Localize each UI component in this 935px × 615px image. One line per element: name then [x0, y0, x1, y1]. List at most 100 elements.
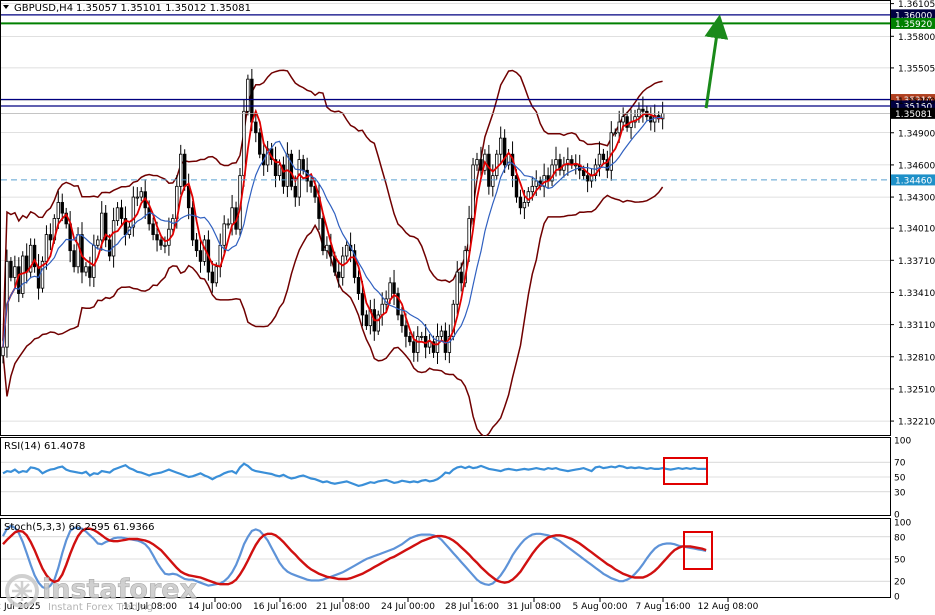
candle-body — [258, 132, 262, 155]
candle-body — [376, 314, 380, 332]
candle-body — [44, 234, 49, 262]
candle-body — [139, 191, 143, 198]
stochastic-tick-label: 100 — [894, 519, 911, 529]
candle-body — [514, 175, 519, 198]
candle-body — [222, 223, 226, 246]
rsi-tick-label: 70 — [894, 459, 906, 469]
candle-body — [84, 266, 88, 273]
price-tick-label: 1.32210 — [898, 418, 935, 428]
candle-body — [495, 153, 499, 177]
candle-body — [321, 218, 325, 252]
candle-body — [621, 116, 625, 123]
price-tick-label: 1.34600 — [898, 161, 935, 171]
candle-body — [182, 153, 187, 187]
candle-body — [487, 153, 491, 187]
candle-body — [522, 202, 527, 209]
price-tick-label: 1.34900 — [898, 129, 935, 139]
candle-body — [554, 159, 558, 166]
time-tick-label: 21 Jul 08:00 — [316, 602, 370, 612]
watermark-tagline: Instant Forex Trading — [48, 602, 153, 613]
trading-chart: 1.360001.359201.352101.351501.350811.344… — [0, 0, 935, 613]
candle-body — [107, 239, 112, 257]
candle-body — [637, 108, 641, 118]
candle-body — [135, 196, 139, 199]
stochastic-tick-label: 50 — [894, 556, 906, 566]
candle-body — [214, 266, 218, 284]
candle-body — [613, 132, 617, 135]
candle-body — [92, 244, 96, 278]
candle-body — [60, 202, 64, 214]
candle-body — [131, 196, 136, 228]
level-price-tag: 1.35920 — [891, 17, 935, 30]
level-tag-label: 1.34460 — [895, 176, 932, 186]
candle-body — [526, 191, 531, 203]
candle-body — [226, 223, 230, 226]
price-tick-label: 1.32510 — [898, 385, 935, 395]
candle-body — [301, 159, 305, 171]
candle-body — [542, 175, 546, 187]
candle-body — [471, 164, 475, 219]
price-tick-label: 1.33710 — [898, 257, 935, 267]
candle-body — [198, 250, 203, 262]
chart-header: GBPUSD,H4 1.35057 1.35101 1.35012 1.3508… — [3, 3, 251, 14]
candle-body — [163, 244, 167, 247]
level-price-tag: 1.34460 — [891, 174, 935, 186]
candle-body — [76, 234, 80, 268]
candle-body — [293, 185, 297, 198]
candle-body — [641, 108, 645, 112]
time-tick-label: 7 Aug 16:00 — [636, 602, 691, 612]
candle-body — [1, 346, 5, 357]
stochastic-tick-label: 0 — [894, 593, 900, 603]
candle-body — [574, 164, 578, 167]
level-tag-label: 1.35081 — [895, 110, 932, 120]
candle-body — [250, 78, 254, 123]
candle-body — [88, 266, 92, 278]
stochastic-tick-label: 20 — [894, 578, 906, 588]
time-tick-label: 31 Jul 08:00 — [507, 602, 561, 612]
candle-body — [194, 239, 199, 252]
candle-body — [459, 271, 463, 284]
candle-body — [419, 335, 424, 338]
price-tick-label: 1.35800 — [898, 33, 935, 43]
rsi-tick-label: 50 — [894, 474, 906, 484]
candle-body — [325, 244, 329, 252]
candle-body — [439, 330, 444, 337]
candle-body — [9, 260, 13, 278]
candle-body — [617, 121, 621, 134]
candle-body — [242, 110, 246, 177]
stochastic-title: Stoch(5,3,3) 66.2595 61.9366 — [4, 522, 155, 533]
candle-body — [159, 239, 163, 246]
price-tick-label: 1.33410 — [898, 289, 935, 299]
price-axis: 1.36105 1.35800 1.35505 1.35200 1.34900 1.346… — [890, 0, 935, 603]
candle-body — [597, 153, 602, 166]
candle-body — [179, 153, 183, 187]
candle-body — [491, 175, 495, 187]
candle-body — [408, 335, 412, 343]
price-tick-label: 1.34300 — [898, 194, 935, 204]
candle-body — [340, 255, 345, 278]
symbol-label[interactable]: GBPUSD,H4 — [14, 3, 73, 14]
candle-body — [392, 282, 396, 294]
candle-body — [48, 234, 53, 241]
time-tick-label: 12 Aug 08:00 — [698, 602, 759, 612]
price-tick-label: 1.35505 — [898, 64, 935, 74]
level-tag-label: 1.35920 — [895, 20, 932, 30]
candle-body — [151, 223, 155, 235]
candle-body — [530, 185, 534, 193]
ohlc-values: 1.35057 1.35101 1.35012 1.35081 — [76, 3, 251, 14]
rsi-tick-label: 30 — [894, 488, 906, 498]
candle-body — [479, 159, 483, 171]
candle-body — [155, 234, 159, 241]
candle-body — [498, 137, 503, 155]
candle-body — [119, 207, 124, 219]
candle-body — [400, 314, 404, 327]
candle-body — [13, 266, 17, 278]
candle-body — [297, 159, 301, 198]
candle-body — [190, 207, 195, 241]
price-tick-label: 1.36105 — [898, 0, 935, 10]
rsi-panel[interactable] — [0, 437, 891, 516]
candle-body — [289, 153, 294, 187]
candle-body — [412, 341, 416, 353]
watermark-brand: instaforex — [42, 574, 197, 605]
time-tick-label: 16 Jul 16:00 — [253, 602, 307, 612]
